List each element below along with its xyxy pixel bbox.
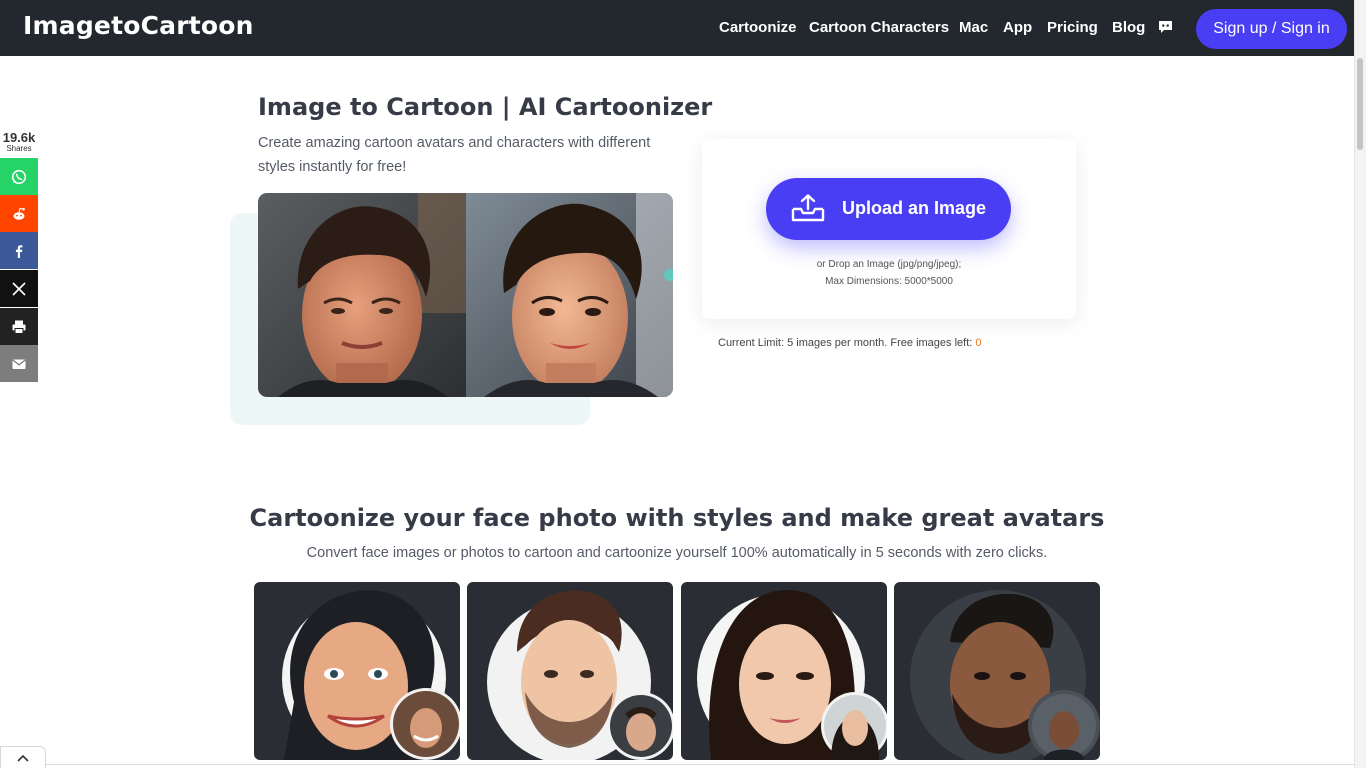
hero-before-after-image xyxy=(258,193,673,397)
hero-subtitle: Create amazing cartoon avatars and chara… xyxy=(258,135,651,175)
print-icon xyxy=(12,320,26,334)
upload-hint-dimensions: Max Dimensions: 5000*5000 xyxy=(825,276,953,287)
cartoon-woman-curly-image xyxy=(282,590,460,760)
upload-button-label: Upload an Image xyxy=(842,198,987,218)
print-share-button[interactable] xyxy=(0,308,38,345)
signin-button[interactable]: Sign up / Sign in xyxy=(1196,9,1347,49)
hero-photo-before xyxy=(258,193,466,397)
site-logo[interactable]: ImagetoCartoon xyxy=(23,11,254,40)
hero-title: Image to Cartoon | AI Cartoonizer xyxy=(258,93,713,121)
style-example-card[interactable] xyxy=(254,582,460,760)
hero-photo-after xyxy=(465,193,673,397)
email-icon xyxy=(12,358,26,369)
style-example-card[interactable] xyxy=(894,582,1100,760)
x-icon xyxy=(12,281,26,296)
whatsapp-share-button[interactable] xyxy=(0,158,38,195)
section-subtitle: Convert face images or photos to cartoon… xyxy=(306,545,1048,561)
usage-limit-label: Current Limit: 5 images per month. Free … xyxy=(718,337,973,349)
top-navbar: ImagetoCartoon Cartoonize Cartoon Charac… xyxy=(0,0,1366,56)
share-count-label: Shares xyxy=(6,144,32,153)
upload-inbox-icon xyxy=(791,194,825,222)
nav-pricing[interactable]: Pricing xyxy=(1047,19,1098,36)
upload-image-button[interactable]: Upload an Image xyxy=(766,178,1011,240)
share-count-number: 19.6k xyxy=(2,130,36,145)
x-share-button[interactable] xyxy=(0,270,38,307)
cartoon-woman-longhair-image xyxy=(697,589,887,760)
email-share-button[interactable] xyxy=(0,345,38,382)
scrollbar-thumb[interactable] xyxy=(1357,58,1363,150)
share-count: 19.6k Shares xyxy=(0,130,38,153)
style-example-card[interactable] xyxy=(467,582,673,760)
nav-mac[interactable]: Mac xyxy=(959,19,988,36)
style-example-card[interactable] xyxy=(681,582,887,760)
chevron-up-icon xyxy=(17,754,29,762)
nav-app[interactable]: App xyxy=(1003,19,1032,36)
nav-blog[interactable]: Blog xyxy=(1112,19,1145,36)
reddit-share-button[interactable] xyxy=(0,195,38,232)
facebook-share-button[interactable] xyxy=(0,232,38,269)
cartoon-man-dark-image xyxy=(910,590,1100,760)
scroll-to-top-button[interactable] xyxy=(0,746,46,768)
cartoon-man-beard-image xyxy=(487,590,673,760)
nav-cartoon-characters[interactable]: Cartoon Characters xyxy=(809,19,949,36)
discord-icon[interactable] xyxy=(1158,20,1173,34)
usage-limit-text: Current Limit: 5 images per month. Free … xyxy=(718,337,982,349)
upload-hint-formats: or Drop an Image (jpg/png/jpeg); xyxy=(816,259,962,270)
free-images-left-value: 0 xyxy=(975,337,982,349)
reddit-icon xyxy=(13,207,25,220)
nav-cartoonize[interactable]: Cartoonize xyxy=(719,19,797,36)
upload-card[interactable]: Upload an Image or Drop an Image (jpg/pn… xyxy=(702,139,1076,319)
facebook-icon xyxy=(15,244,23,258)
bottom-divider xyxy=(46,764,1354,765)
section-title: Cartoonize your face photo with styles a… xyxy=(249,504,1105,532)
whatsapp-icon xyxy=(11,169,27,184)
